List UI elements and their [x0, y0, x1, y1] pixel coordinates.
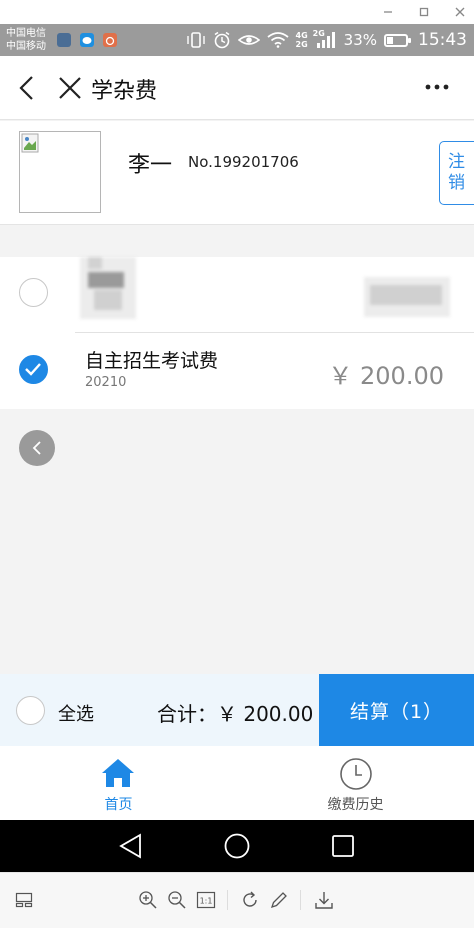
toolbar-divider [227, 890, 228, 910]
tab-history-label: 缴费历史 [327, 797, 384, 813]
alarm-icon [213, 31, 231, 49]
battery-fill [387, 36, 393, 44]
status-bar: 中国电信 中国移动 4G 2G 2G 33% 15:43 [0, 24, 474, 56]
download-icon[interactable] [314, 890, 334, 910]
battery-percent: 33% [343, 31, 377, 49]
window-close-icon [455, 7, 465, 17]
edit-pencil-icon[interactable] [269, 890, 289, 910]
tab-payment-history[interactable]: 缴费历史 [237, 746, 474, 820]
message-app-icon [80, 33, 94, 47]
actual-size-icon[interactable]: 1:1 [196, 890, 216, 910]
minimize-icon [384, 11, 392, 13]
tab-bar: 首页 缴费历史 [0, 746, 474, 820]
page-title: 学杂费 [91, 79, 158, 104]
logout-label-1: 注 [448, 152, 465, 172]
carrier-2: 中国移动 [6, 41, 46, 52]
fee-checkbox-checked[interactable] [19, 355, 48, 384]
fee-name: 自主招生考试费 [85, 350, 219, 372]
home-icon [102, 759, 134, 787]
gallery-app-icon [57, 33, 71, 47]
thumbnails-icon[interactable] [14, 890, 34, 910]
window-titlebar [0, 0, 474, 24]
android-nav-bar [0, 820, 474, 872]
status-indicators: 4G 2G 2G 33% 15:43 [186, 29, 467, 51]
broken-image-icon [21, 133, 39, 153]
floating-back-button[interactable] [19, 430, 55, 466]
avatar [19, 131, 101, 213]
tab-home[interactable]: 首页 [0, 746, 237, 820]
checkout-bar: 全选 合计：￥ 200.00 结算（1） [0, 674, 474, 746]
network-2-label: 2G [312, 29, 325, 38]
signal-icon: 2G [312, 29, 337, 48]
carrier-labels: 中国电信 中国移动 [6, 27, 46, 53]
toolbar-divider [300, 890, 301, 910]
close-icon[interactable] [57, 75, 83, 101]
checkout-button[interactable]: 结算（1） [319, 674, 474, 746]
redacted-fee-name [80, 257, 136, 319]
vibrate-icon [186, 31, 206, 49]
rotate-icon[interactable] [240, 890, 260, 910]
select-all-label: 全选 [58, 704, 94, 725]
clock-icon [340, 758, 372, 790]
nav-home-icon[interactable] [223, 832, 251, 860]
list-item[interactable] [0, 257, 474, 333]
battery-icon [384, 33, 411, 47]
window-close-button[interactable] [450, 3, 470, 21]
maximize-icon [419, 7, 429, 17]
select-all-checkbox[interactable] [16, 696, 45, 725]
nav-recents-icon[interactable] [331, 834, 355, 858]
zoom-in-icon[interactable] [138, 890, 158, 910]
eye-comfort-icon [237, 32, 260, 48]
student-profile: 李一 No.199201706 注 销 [0, 121, 474, 225]
network-bottom-label: 2G [295, 40, 308, 49]
wifi-icon [266, 32, 289, 48]
app-notification-icon [103, 33, 117, 47]
zoom-out-icon[interactable] [167, 890, 187, 910]
list-item[interactable]: 自主招生考试费 20210 ￥ 200.00 [0, 333, 474, 409]
nav-header: 学杂费 [0, 56, 474, 120]
app-frame: 中国电信 中国移动 4G 2G 2G 33% 15:43 学杂费 李一 No.1… [0, 0, 474, 928]
redacted-fee-amount [364, 277, 450, 317]
chevron-left-icon [32, 441, 41, 455]
svg-text:1:1: 1:1 [200, 897, 213, 906]
fee-code: 20210 [85, 375, 127, 390]
student-name: 李一 [128, 153, 173, 178]
chevron-left-icon[interactable] [16, 74, 38, 102]
fee-amount: ￥ 200.00 [328, 362, 444, 390]
nav-back-icon[interactable] [118, 833, 144, 859]
check-icon [25, 363, 41, 376]
network-4g-2g-icon: 4G 2G [296, 31, 308, 49]
student-number: No.199201706 [188, 153, 299, 171]
carrier-1: 中国电信 [6, 28, 46, 39]
fee-checkbox-unchecked[interactable] [19, 278, 48, 307]
more-dots-icon[interactable] [424, 82, 450, 92]
tab-home-label: 首页 [104, 797, 133, 813]
logout-button[interactable]: 注 销 [439, 141, 474, 205]
logout-label-2: 销 [448, 173, 465, 193]
maximize-button[interactable] [414, 3, 434, 21]
minimize-button[interactable] [378, 3, 398, 21]
clock-time: 15:43 [418, 30, 467, 50]
network-top-label: 4G [295, 31, 308, 40]
total-amount: 合计：￥ 200.00 [157, 702, 314, 726]
viewer-toolbar: 1:1 [0, 872, 474, 928]
